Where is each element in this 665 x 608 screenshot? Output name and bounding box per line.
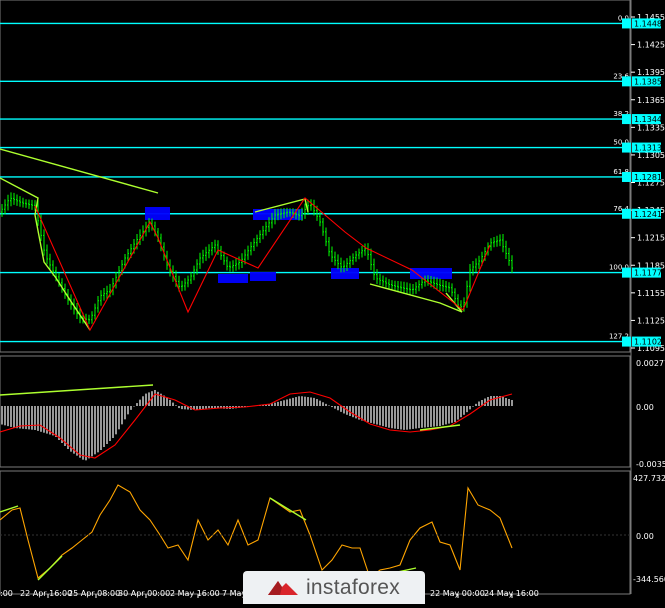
- price-tick-label: 1.1155: [637, 289, 665, 298]
- macd-zero-label: 0.00: [636, 403, 654, 412]
- price-tick-label: 1.1365: [637, 96, 665, 105]
- fib-level-price: 1.1385: [634, 77, 662, 86]
- time-label: 30 Apr 00:00: [118, 589, 170, 598]
- price-tick-label: 1.1335: [637, 123, 665, 132]
- fib-level-price: 1.1102: [634, 338, 662, 347]
- osc-top-label: 427.7324: [633, 474, 665, 483]
- trading-terminal: 1.1455 1.1425 1.1395 1.1365 1.1335 1.1305 1.12…: [0, 0, 665, 604]
- fib-level-price: 1.1448: [634, 19, 662, 28]
- oscillator-scale: 427.7324 0.00 -344.560: [633, 474, 665, 584]
- price-tick-label: 1.1125: [637, 316, 665, 325]
- fib-level-marker: [622, 142, 631, 153]
- fib-level-price: 1.1281: [634, 173, 662, 182]
- fib-level-marker: [622, 267, 631, 278]
- macd-scale: 0.00277 0.00 -0.0035: [636, 359, 665, 469]
- fib-level-marker: [622, 208, 631, 219]
- macd-top-label: 0.00277: [636, 359, 665, 368]
- price-scale: 1.14551.14251.13951.13651.13351.13051.12…: [631, 13, 665, 353]
- osc-zero-label: 0.00: [636, 532, 654, 541]
- price-tick-label: 1.1395: [637, 68, 665, 77]
- price-tick-label: 1.1425: [637, 41, 665, 50]
- time-label: 2 May 16:00: [170, 589, 220, 598]
- osc-bottom-label: -344.560: [633, 575, 665, 584]
- watermark-brand-text: instaforex: [305, 575, 401, 599]
- fib-level-price: 1.1344: [634, 115, 662, 124]
- macd-bottom-label: -0.0035: [636, 460, 665, 469]
- time-label: 24 May 16:00: [484, 589, 539, 598]
- chart-canvas: 1.14551.14251.13951.13651.13351.13051.12…: [0, 0, 665, 598]
- time-label-fragment: :00: [0, 589, 13, 598]
- fib-level-marker: [622, 171, 631, 182]
- macd-trendline: [0, 384, 154, 396]
- logo-icon: [267, 580, 298, 595]
- highlight-zone: [250, 272, 276, 281]
- fib-level-price: 1.1313: [634, 144, 662, 153]
- osc-trendline: [37, 555, 63, 581]
- osc-trendline: [269, 497, 307, 521]
- fib-level-marker: [622, 76, 631, 87]
- fib-level-marker: [622, 336, 631, 347]
- instaforex-watermark: instaforex: [243, 571, 425, 604]
- highlight-zone: [218, 274, 248, 283]
- time-label: 22 Apr 16:00: [20, 589, 72, 598]
- time-label: 25 Apr 08:00: [68, 589, 120, 598]
- price-tick-label: 1.1215: [637, 234, 665, 243]
- highlight-zone: [145, 207, 170, 220]
- macd-histogram: [0, 384, 513, 461]
- oscillator-line: [0, 484, 630, 581]
- fib-level-marker: [622, 18, 631, 29]
- fibonacci-levels: 0.01.144823.61.138538.21.134450.01.13136…: [0, 14, 662, 347]
- oscillator-line: [0, 484, 513, 579]
- time-label: 22 May 00:00: [430, 589, 485, 598]
- fib-level-price: 1.1241: [634, 210, 662, 219]
- price-trendline: [0, 148, 159, 194]
- fib-level-marker: [622, 114, 631, 125]
- fib-level-price: 1.1177: [634, 269, 662, 278]
- highlight-zone: [331, 268, 359, 279]
